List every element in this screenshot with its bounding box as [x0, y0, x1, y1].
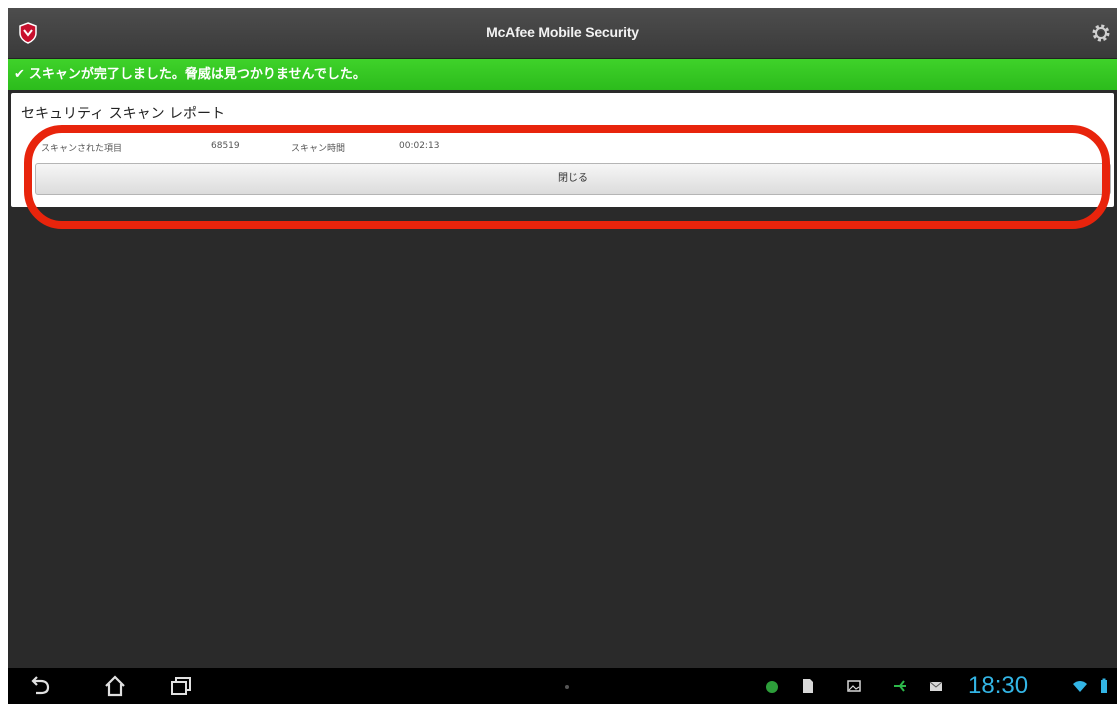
back-icon[interactable]	[28, 674, 54, 698]
recent-apps-icon[interactable]	[168, 674, 194, 698]
banner-message: スキャンが完了しました。脅威は見つかりませんでした。	[28, 67, 366, 82]
app-window: McAfee Mobile Security ✔ スキャンが完了しました。脅威は見…	[8, 8, 1117, 704]
nav-dot	[565, 685, 569, 689]
home-icon[interactable]	[102, 674, 128, 698]
document-icon	[803, 679, 813, 693]
app-title: McAfee Mobile Security	[486, 24, 639, 40]
wifi-icon	[1073, 681, 1087, 692]
scan-report-card: セキュリティ スキャン レポート スキャンされた項目 68519 スキャン時間 …	[11, 93, 1114, 207]
settings-gear-icon[interactable]	[1089, 21, 1113, 45]
scanned-items-label: スキャンされた項目	[41, 144, 123, 154]
usb-debug-icon	[894, 680, 906, 692]
email-icon	[929, 681, 943, 691]
scanned-items-value: 68519	[211, 141, 240, 151]
system-navigation-bar: 18:30	[8, 668, 1117, 704]
image-icon	[847, 680, 861, 692]
status-clock: 18:30	[968, 672, 1029, 699]
battery-icon	[1101, 678, 1107, 693]
close-button[interactable]: 閉じる	[35, 163, 1111, 195]
report-title: セキュリティ スキャン レポート	[21, 106, 226, 122]
action-bar: McAfee Mobile Security	[8, 8, 1117, 59]
scan-time-value: 00:02:13	[399, 141, 440, 151]
mcafee-notification-icon	[766, 681, 778, 693]
checkmark-icon: ✔	[14, 67, 25, 82]
scan-time-label: スキャン時間	[291, 144, 346, 154]
scan-complete-banner: ✔ スキャンが完了しました。脅威は見つかりませんでした。	[8, 59, 1117, 90]
